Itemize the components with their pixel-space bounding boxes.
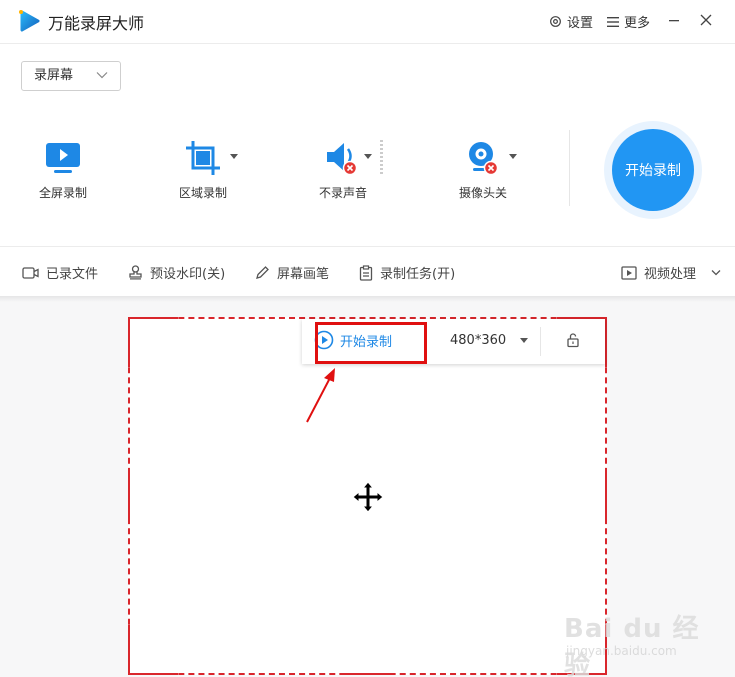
tool-label: 摄像头关 xyxy=(458,186,507,200)
chevron-down-icon xyxy=(711,270,721,276)
toolbar-divider xyxy=(569,130,570,206)
tool-label: 全屏录制 xyxy=(38,186,87,200)
region-dropdown-caret[interactable] xyxy=(230,154,238,159)
close-button[interactable] xyxy=(696,10,716,30)
baidu-watermark: Bai du 经验 jingyan.baidu.com xyxy=(560,596,710,677)
preset-watermark-button[interactable]: 预设水印(关) xyxy=(128,263,225,282)
minimize-icon xyxy=(669,20,679,22)
tool-label: 不录声音 xyxy=(318,186,367,200)
region-corner-tl[interactable] xyxy=(128,317,178,367)
unlock-icon[interactable] xyxy=(566,332,580,348)
function-bar: 已录文件 预设水印(关) 屏幕画笔 录制任务(开) 视频处理 xyxy=(0,246,735,296)
region-size-value: 480*360 xyxy=(450,333,507,348)
move-cursor-icon xyxy=(352,481,384,513)
clipboard-icon xyxy=(359,264,373,281)
mode-select[interactable]: 录屏幕 xyxy=(21,61,121,91)
annotation-arrow-icon xyxy=(306,368,335,423)
crop-icon xyxy=(186,141,220,175)
close-icon xyxy=(700,14,712,26)
screen-pen-label: 屏幕画笔 xyxy=(277,267,330,282)
webcam-dropdown-caret[interactable] xyxy=(509,154,517,159)
monitor-play-icon xyxy=(46,143,80,173)
fullscreen-record-button[interactable]: 全屏录制 xyxy=(8,134,118,201)
app-title: 万能录屏大师 xyxy=(48,14,145,33)
more-button[interactable]: 更多 xyxy=(607,12,650,31)
preset-watermark-label: 预设水印(关) xyxy=(150,267,226,282)
app-logo-icon xyxy=(19,10,40,32)
chevron-down-icon xyxy=(96,72,108,79)
settings-button[interactable]: 设置 xyxy=(549,12,593,31)
drag-handle xyxy=(380,140,383,174)
tool-label: 区域录制 xyxy=(178,186,227,200)
highlight-box xyxy=(315,322,427,364)
panel-shadow xyxy=(0,296,735,302)
video-play-icon xyxy=(621,265,637,280)
region-toolbar-divider xyxy=(540,327,541,356)
pen-icon xyxy=(256,266,269,279)
recorded-files-label: 已录文件 xyxy=(46,267,99,282)
more-label: 更多 xyxy=(624,16,651,31)
record-task-label: 录制任务(开) xyxy=(380,267,456,282)
video-file-icon xyxy=(22,266,39,279)
record-task-button[interactable]: 录制任务(开) xyxy=(359,263,455,282)
screen-pen-button[interactable]: 屏幕画笔 xyxy=(255,263,329,282)
minimize-button[interactable] xyxy=(664,10,684,30)
video-processing-label: 视频处理 xyxy=(644,267,697,282)
recorded-files-button[interactable]: 已录文件 xyxy=(22,263,98,282)
gear-icon xyxy=(550,16,561,27)
speaker-muted-icon xyxy=(327,143,358,176)
menu-icon xyxy=(607,16,619,27)
title-bar: 万能录屏大师 设置 更多 xyxy=(0,0,735,44)
region-edge-bottom[interactable] xyxy=(340,673,395,675)
main-panel: 万能录屏大师 设置 更多 录屏幕 全屏录制 区域录制 不录声音 摄像头关 开始录… xyxy=(0,0,735,296)
mode-select-value: 录屏幕 xyxy=(34,68,74,83)
region-record-button[interactable]: 区域录制 xyxy=(148,134,258,201)
settings-label: 设置 xyxy=(567,16,594,31)
video-processing-button[interactable]: 视频处理 xyxy=(621,263,721,282)
region-edge-right[interactable] xyxy=(605,469,607,519)
caret-down-icon xyxy=(520,338,529,343)
webcam-off-icon xyxy=(469,142,499,176)
region-edge-left[interactable] xyxy=(128,469,130,519)
watermark-text: Bai du 经验 xyxy=(564,614,700,677)
audio-dropdown-caret[interactable] xyxy=(364,154,372,159)
region-corner-bl[interactable] xyxy=(128,625,178,675)
webcam-toggle-button[interactable]: 摄像头关 xyxy=(428,134,538,201)
start-record-button[interactable]: 开始录制 xyxy=(612,129,694,211)
region-size-select[interactable]: 480*360 xyxy=(450,333,529,348)
watermark-sub: jingyan.baidu.com xyxy=(566,644,677,658)
stamp-icon xyxy=(129,265,142,280)
